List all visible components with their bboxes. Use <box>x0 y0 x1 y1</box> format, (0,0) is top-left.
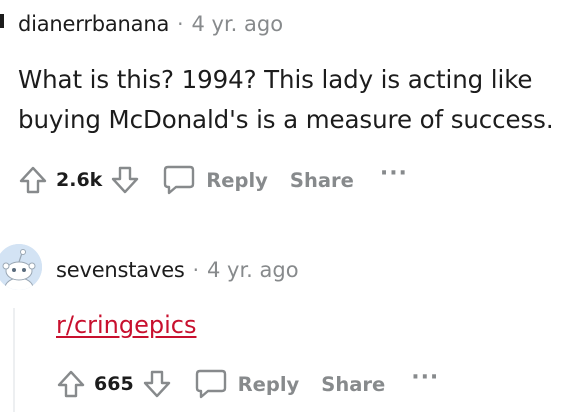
comment-action-bar: 2.6k Reply Share ··· <box>14 160 408 200</box>
more-options-button[interactable]: ··· <box>411 367 439 389</box>
comment-body: What is this? 1994? This lady is acting … <box>18 65 554 134</box>
reply-button[interactable]: Reply <box>186 365 306 403</box>
comment-header: dianerrbanana · 4 yr. ago <box>18 12 283 36</box>
downvote-icon[interactable] <box>106 161 144 199</box>
comment-timestamp[interactable]: 4 yr. ago <box>207 258 299 282</box>
upvote-icon[interactable] <box>52 365 90 403</box>
reply-label: Reply <box>206 168 268 192</box>
comment-action-bar: 665 Reply Share ··· <box>52 364 439 404</box>
share-button[interactable]: Share <box>315 373 391 396</box>
reply-label: Reply <box>237 372 300 396</box>
thread-line-top[interactable] <box>0 0 4 38</box>
share-button[interactable]: Share <box>284 169 360 192</box>
comment-author[interactable]: dianerrbanana <box>18 12 169 36</box>
vote-score: 2.6k <box>56 169 103 191</box>
comment-body: r/cringepics <box>56 305 197 345</box>
upvote-icon[interactable] <box>14 161 52 199</box>
chat-bubble-icon <box>160 161 198 199</box>
avatar[interactable] <box>0 244 42 290</box>
chat-bubble-icon <box>192 365 230 403</box>
collapse-thread-icon <box>0 14 4 28</box>
vote-score: 665 <box>94 373 134 395</box>
reply-button[interactable]: Reply <box>154 161 274 199</box>
more-options-button[interactable]: ··· <box>380 163 408 185</box>
subreddit-link[interactable]: r/cringepics <box>56 311 197 339</box>
comment-header: sevenstaves · 4 yr. ago <box>56 258 299 282</box>
meta-separator: · <box>192 258 200 282</box>
share-label: Share <box>289 168 354 192</box>
share-label: Share <box>321 372 386 396</box>
snoo-avatar-icon <box>0 244 42 290</box>
thread-line[interactable] <box>13 308 15 412</box>
comment-timestamp[interactable]: 4 yr. ago <box>191 12 283 36</box>
comment-author[interactable]: sevenstaves <box>56 258 185 282</box>
meta-separator: · <box>177 12 184 36</box>
downvote-icon[interactable] <box>138 365 176 403</box>
